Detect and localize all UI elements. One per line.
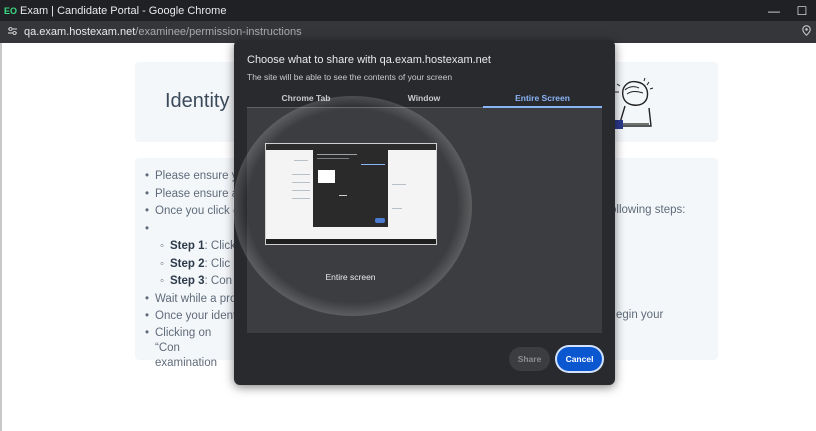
instruction-text-fragment: egin your	[616, 309, 664, 321]
thumb-line	[294, 160, 308, 161]
screen-share-dialog: Choose what to share with qa.exam.hostex…	[234, 40, 615, 385]
thumb-line	[339, 195, 347, 196]
url-path: /examinee/permission-instructions	[135, 26, 302, 38]
list-item	[145, 221, 244, 239]
list-item: Once your ident	[145, 308, 244, 326]
minimize-button[interactable]: —	[760, 0, 788, 21]
cancel-button[interactable]: Cancel	[557, 347, 602, 371]
entire-screen-thumbnail[interactable]	[265, 143, 437, 245]
site-favicon-icon: EO	[4, 5, 18, 16]
tab-entire-screen[interactable]: Entire Screen	[483, 91, 602, 108]
window-titlebar: EO Exam | Candidate Portal - Google Chro…	[0, 0, 816, 21]
site-info-icon[interactable]	[0, 26, 24, 39]
thumb-line	[392, 208, 402, 209]
dialog-title: Choose what to share with qa.exam.hostex…	[247, 54, 491, 66]
page-title: Identity	[165, 90, 230, 112]
tab-chrome-tab[interactable]: Chrome Tab	[247, 91, 365, 108]
thumb-dialog	[313, 150, 388, 227]
dialog-subtitle: The site will be able to see the content…	[247, 72, 453, 82]
location-pin-icon[interactable]	[796, 25, 816, 39]
list-item: Once you click c	[145, 203, 244, 221]
list-item: Please ensure yo	[145, 168, 244, 186]
list-item: Wait while a pro	[145, 291, 244, 309]
list-item: Please ensure a	[145, 186, 244, 204]
thumb-taskbar	[266, 239, 436, 244]
thumb-line	[392, 184, 406, 185]
thumb-line	[292, 182, 310, 183]
share-source-tabs: Chrome Tab Window Entire Screen	[247, 91, 602, 108]
share-button[interactable]: Share	[509, 347, 550, 371]
window-title: Exam | Candidate Portal - Google Chrome	[20, 4, 227, 17]
step-item: Step 3: Con	[145, 273, 244, 291]
thumb-line	[292, 190, 310, 191]
url-text[interactable]: qa.exam.hostexam.net/examinee/permission…	[24, 26, 796, 38]
entire-screen-label: Entire screen	[325, 272, 376, 282]
url-host: qa.exam.hostexam.net	[24, 26, 136, 38]
thumb-cancel	[375, 218, 385, 223]
step-item: Step 1: Click	[145, 238, 244, 256]
thumb-screen-preview	[318, 170, 335, 183]
thumb-line	[317, 154, 357, 155]
thumb-line	[317, 158, 349, 159]
list-item: Clicking on “Conexamination	[145, 326, 225, 369]
instruction-text-fragment: ollowing steps:	[610, 204, 686, 216]
thumb-line	[292, 174, 310, 175]
maximize-button[interactable]: ☐	[788, 0, 816, 21]
thumb-line	[361, 164, 385, 165]
tab-window[interactable]: Window	[365, 91, 483, 108]
share-source-list: Entire screen	[247, 108, 602, 333]
step-item: Step 2: Clic	[145, 256, 244, 274]
instructions-list: Please ensure yo Please ensure a Once yo…	[145, 168, 244, 369]
thumb-line	[292, 198, 310, 199]
